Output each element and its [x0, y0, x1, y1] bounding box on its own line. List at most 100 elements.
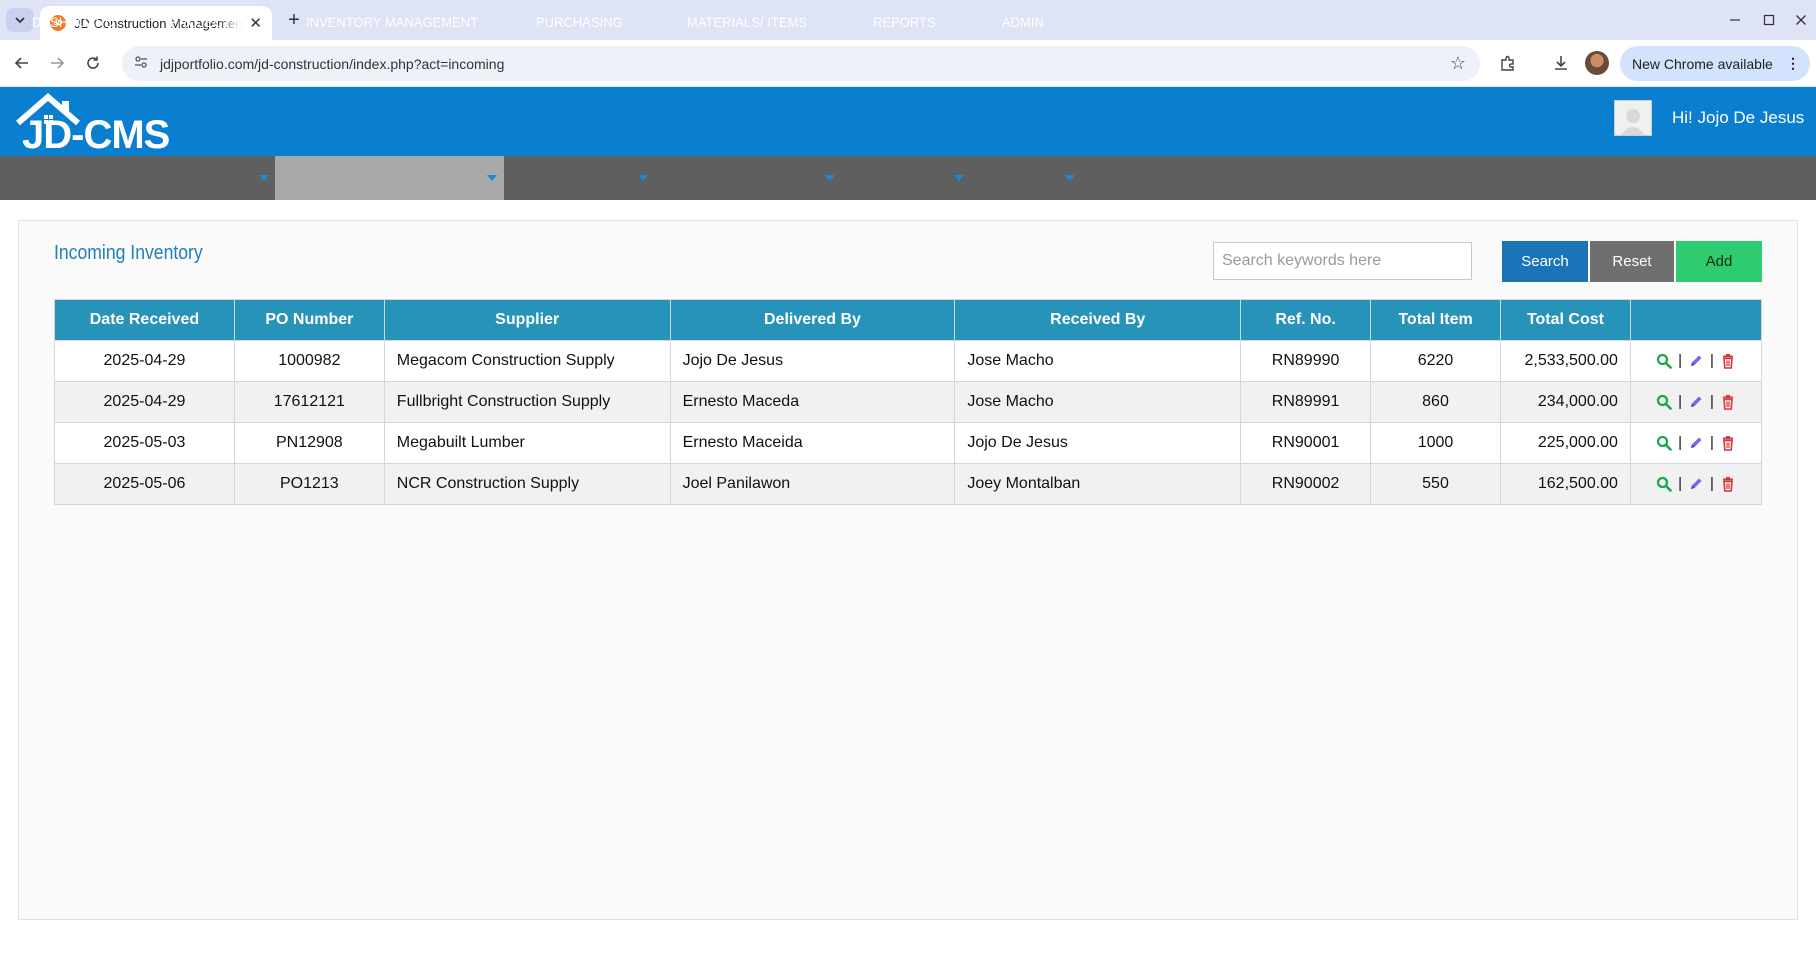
user-icon [1621, 109, 1645, 135]
main-menu [0, 156, 1816, 200]
delete-trash-icon[interactable] [1720, 394, 1736, 410]
delete-trash-icon[interactable] [1720, 476, 1736, 492]
back-icon[interactable] [8, 49, 36, 77]
cell-total-item: 6220 [1370, 340, 1501, 382]
edit-pencil-icon[interactable] [1688, 394, 1704, 410]
cell-received-by: Jojo De Jesus [954, 422, 1242, 464]
address-bar[interactable]: jdjportfolio.com/jd-construction/index.p… [122, 46, 1480, 81]
inventory-caret-icon[interactable] [487, 175, 497, 181]
cell-received-by: Jose Macho [954, 340, 1242, 382]
cell-ref-no: RN89991 [1240, 381, 1372, 423]
url-text: jdjportfolio.com/jd-construction/index.p… [160, 55, 505, 72]
cell-actions: | | [1629, 381, 1763, 423]
column-header-actions [1629, 299, 1763, 341]
cell-total-item: 860 [1370, 381, 1501, 423]
browser-toolbar: jdjportfolio.com/jd-construction/index.p… [0, 40, 1816, 87]
cell-po-number: PO1213 [233, 463, 385, 505]
app-header: JD-CMS Hi! Jojo De Jesus [0, 87, 1816, 157]
menu-active-highlight [275, 156, 504, 200]
cell-supplier: NCR Construction Supply [383, 463, 671, 505]
cell-date-received: 2025-05-03 [54, 422, 235, 464]
column-header-supplier[interactable]: Supplier [383, 299, 671, 341]
search-input[interactable] [1213, 242, 1472, 280]
action-separator: | [1678, 475, 1682, 493]
menu-item-dashboard[interactable]: DASHBOARD [32, 0, 114, 44]
menu-item-projects[interactable]: PROJECTS [170, 0, 239, 44]
new-tab-button[interactable]: + [282, 8, 306, 32]
menu-item-materials-items[interactable]: MATERIALS/ ITEMS [687, 0, 807, 44]
forward-icon[interactable] [43, 49, 71, 77]
menu-item-inventory-management[interactable]: INVENTORY MANAGEMENT [306, 0, 478, 44]
column-header-total-item[interactable]: Total Item [1370, 299, 1501, 341]
cell-supplier: Fullbright Construction Supply [383, 381, 671, 423]
maximize-icon[interactable] [1754, 8, 1784, 32]
more-vert-icon: ⋮ [1786, 55, 1800, 71]
app-logo[interactable]: JD-CMS [14, 93, 174, 157]
menu-item-purchasing[interactable]: PURCHASING [536, 0, 623, 44]
reset-button[interactable]: Reset [1590, 241, 1674, 282]
cell-actions: | | [1629, 340, 1763, 382]
chrome-update-button[interactable]: New Chrome available ⋮ [1620, 46, 1810, 81]
cell-received-by: Joey Montalban [954, 463, 1242, 505]
admin-caret-icon[interactable] [1065, 175, 1075, 181]
minimize-icon[interactable] [1720, 8, 1750, 32]
action-separator: | [1709, 475, 1714, 493]
column-header-received-by[interactable]: Received By [954, 299, 1242, 341]
menu-item-reports[interactable]: REPORTS [873, 0, 936, 44]
table-header-row: Date Received PO Number Supplier Deliver… [54, 299, 1763, 341]
action-separator: | [1709, 393, 1714, 411]
table-row: 2025-05-03 PN12908 Megabuilt Lumber Erne… [54, 422, 1763, 464]
cell-total-item: 550 [1370, 463, 1501, 505]
view-search-icon[interactable] [1656, 476, 1672, 492]
view-search-icon[interactable] [1656, 435, 1672, 451]
edit-pencil-icon[interactable] [1688, 476, 1704, 492]
column-header-date-received[interactable]: Date Received [54, 299, 235, 341]
column-header-total-cost[interactable]: Total Cost [1499, 299, 1631, 341]
tab-search-button[interactable] [6, 8, 34, 32]
window-close-icon[interactable] [1786, 8, 1816, 32]
table-row: 2025-05-06 PO1213 NCR Construction Suppl… [54, 463, 1763, 505]
action-separator: | [1709, 352, 1714, 370]
reload-icon[interactable] [79, 49, 107, 77]
column-header-ref-no[interactable]: Ref. No. [1240, 299, 1372, 341]
download-icon[interactable] [1549, 51, 1573, 75]
cell-supplier: Megacom Construction Supply [383, 340, 671, 382]
edit-pencil-icon[interactable] [1688, 435, 1704, 451]
profile-avatar[interactable] [1585, 51, 1609, 75]
cell-supplier: Megabuilt Lumber [383, 422, 671, 464]
table-row: 2025-04-29 1000982 Megacom Construction … [54, 340, 1763, 382]
site-settings-icon[interactable] [134, 55, 148, 72]
extensions-icon[interactable] [1496, 51, 1520, 75]
view-search-icon[interactable] [1656, 353, 1672, 369]
cell-ref-no: RN90001 [1240, 422, 1372, 464]
column-header-po-number[interactable]: PO Number [233, 299, 385, 341]
projects-caret-icon[interactable] [259, 175, 269, 181]
add-button[interactable]: Add [1676, 241, 1762, 282]
column-header-delivered-by[interactable]: Delivered By [669, 299, 956, 341]
cell-actions: | | [1629, 422, 1763, 464]
delete-trash-icon[interactable] [1720, 435, 1736, 451]
view-search-icon[interactable] [1656, 394, 1672, 410]
action-separator: | [1678, 352, 1682, 370]
cell-po-number: 17612121 [233, 381, 385, 423]
materials-caret-icon[interactable] [825, 175, 835, 181]
action-separator: | [1678, 393, 1682, 411]
incoming-inventory-table: Date Received PO Number Supplier Deliver… [54, 299, 1763, 505]
purchasing-caret-icon[interactable] [638, 175, 648, 181]
cell-delivered-by: Jojo De Jesus [669, 340, 956, 382]
search-button[interactable]: Search [1502, 241, 1588, 282]
user-avatar[interactable] [1614, 100, 1652, 136]
reports-caret-icon[interactable] [954, 175, 964, 181]
table-row: 2025-04-29 17612121 Fullbright Construct… [54, 381, 1763, 423]
menu-item-admin[interactable]: ADMIN [1002, 0, 1044, 44]
cell-delivered-by: Ernesto Maceda [669, 381, 956, 423]
cell-date-received: 2025-05-06 [54, 463, 235, 505]
close-icon[interactable]: ✕ [249, 14, 262, 32]
cell-received-by: Jose Macho [954, 381, 1242, 423]
bookmark-star-icon[interactable]: ☆ [1450, 53, 1466, 74]
user-greeting[interactable]: Hi! Jojo De Jesus [1672, 108, 1804, 128]
edit-pencil-icon[interactable] [1688, 353, 1704, 369]
cell-ref-no: RN89990 [1240, 340, 1372, 382]
delete-trash-icon[interactable] [1720, 353, 1736, 369]
action-separator: | [1709, 434, 1714, 452]
